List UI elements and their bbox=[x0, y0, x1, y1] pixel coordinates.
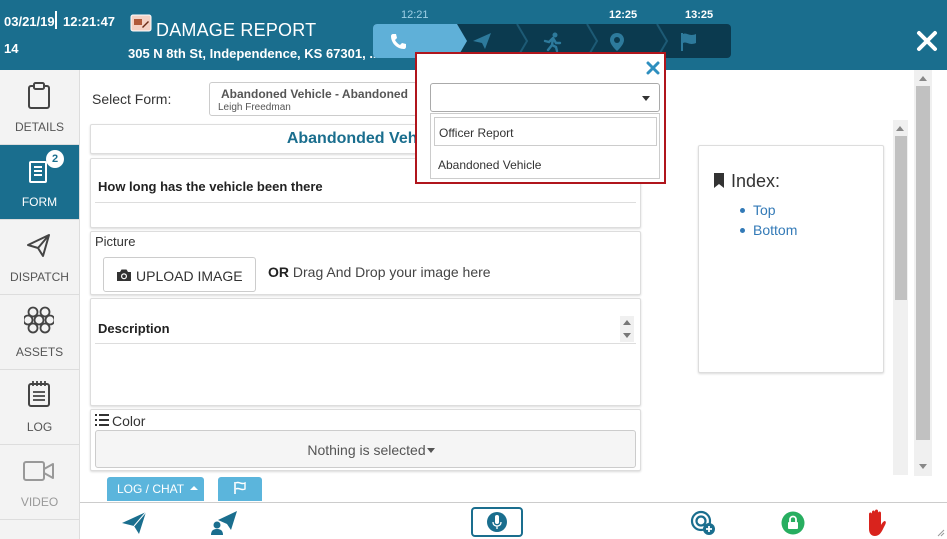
index-card bbox=[698, 145, 884, 373]
description-card bbox=[90, 298, 641, 406]
sidebar-item-label: DISPATCH bbox=[10, 270, 69, 284]
stop-hand-icon[interactable] bbox=[864, 509, 888, 537]
resize-grip-icon[interactable] bbox=[935, 527, 945, 537]
form-scrollbar-thumb[interactable] bbox=[895, 136, 907, 300]
option-label: Abandoned Vehicle bbox=[438, 158, 542, 172]
header-incident-number: 14 bbox=[4, 41, 19, 56]
sidebar-item-dispatch[interactable]: DISPATCH bbox=[0, 220, 79, 295]
step-complete-time: 13:25 bbox=[685, 9, 714, 21]
page-scrollbar-thumb[interactable] bbox=[916, 86, 930, 440]
microphone-button[interactable] bbox=[471, 507, 523, 537]
answer-underline[interactable] bbox=[95, 202, 636, 203]
close-icon[interactable] bbox=[916, 30, 938, 52]
chevron-down-icon bbox=[427, 448, 435, 453]
header-date: 03/21/19 bbox=[4, 14, 55, 29]
sidebar-item-log[interactable]: LOG bbox=[0, 370, 79, 445]
incident-address: 305 N 8th St, Independence, KS 67301, ..… bbox=[128, 46, 381, 61]
step-phone-time: 12:21 bbox=[401, 9, 429, 21]
phone-icon[interactable] bbox=[390, 32, 408, 50]
running-person-icon[interactable] bbox=[541, 32, 563, 52]
form-picker-options: Officer Report Abandoned Vehicle bbox=[430, 113, 660, 179]
paper-plane-icon[interactable] bbox=[472, 32, 492, 50]
sidebar-item-assets[interactable]: ASSETS bbox=[0, 295, 79, 370]
page-title: DAMAGE REPORT bbox=[156, 20, 317, 40]
camera-icon bbox=[117, 269, 131, 281]
flag-button[interactable] bbox=[218, 477, 262, 501]
form-selector-title: Abandoned Vehicle - Abandoned bbox=[221, 87, 408, 101]
description-label: Description bbox=[98, 321, 170, 336]
color-select-value: Nothing is selected bbox=[307, 442, 426, 458]
index-link-bottom[interactable]: Bottom bbox=[739, 222, 797, 242]
drag-drop-hint: OR Drag And Drop your image here bbox=[268, 264, 491, 280]
flag-icon[interactable] bbox=[679, 32, 699, 52]
header-divider bbox=[55, 11, 57, 29]
spinner-up-icon[interactable] bbox=[623, 320, 631, 325]
sidebar-item-form[interactable]: 2 FORM bbox=[0, 145, 79, 220]
description-underline bbox=[95, 343, 636, 344]
target-add-icon[interactable] bbox=[690, 510, 716, 536]
video-camera-icon bbox=[23, 461, 54, 481]
bookmark-icon bbox=[714, 173, 724, 188]
scroll-up-icon[interactable] bbox=[896, 126, 904, 131]
clipboard-icon bbox=[28, 82, 50, 109]
sidebar-item-label: ASSETS bbox=[15, 345, 64, 359]
picture-label: Picture bbox=[95, 234, 136, 249]
option-label: Officer Report bbox=[439, 126, 514, 140]
log-chat-label: LOG / CHAT bbox=[117, 482, 185, 496]
form-selector-author: Leigh Freedman bbox=[218, 102, 291, 113]
step-arrived-time: 12:25 bbox=[609, 9, 638, 21]
index-list: Top Bottom bbox=[739, 202, 797, 242]
hexagons-icon bbox=[24, 306, 54, 334]
sidebar-item-label: VIDEO bbox=[20, 495, 59, 509]
page-scroll-down-icon[interactable] bbox=[919, 464, 927, 469]
or-label: OR bbox=[268, 264, 289, 280]
form-picker-select[interactable] bbox=[430, 83, 660, 112]
sidebar-item-label: DETAILS bbox=[14, 120, 65, 134]
option-abandoned-vehicle[interactable]: Abandoned Vehicle bbox=[431, 149, 659, 178]
sidebar-item-video[interactable]: VIDEO bbox=[0, 445, 79, 520]
paper-plane-outline-icon bbox=[27, 234, 50, 257]
question-label: How long has the vehicle been there bbox=[98, 179, 323, 194]
flag-outline-icon bbox=[234, 481, 246, 494]
dispatch-user-icon[interactable] bbox=[210, 510, 238, 536]
list-icon bbox=[95, 414, 109, 426]
option-officer-report[interactable]: Officer Report bbox=[434, 117, 657, 146]
notebook-icon bbox=[28, 381, 50, 407]
sidebar-item-label: FORM bbox=[21, 195, 58, 209]
popup-close-icon[interactable] bbox=[646, 61, 660, 75]
form-selector[interactable]: Abandoned Vehicle - Abandoned Leigh Free… bbox=[209, 82, 417, 116]
sidebar-item-label: LOG bbox=[26, 420, 53, 434]
chevron-up-icon bbox=[190, 486, 198, 490]
spinner-down-icon[interactable] bbox=[623, 333, 631, 338]
microphone-icon bbox=[487, 512, 507, 532]
index-link-top[interactable]: Top bbox=[739, 202, 797, 222]
color-select[interactable]: Nothing is selected bbox=[95, 430, 636, 468]
upload-image-button[interactable]: UPLOAD IMAGE bbox=[103, 257, 256, 292]
chevron-down-icon bbox=[642, 96, 650, 101]
index-title: Index: bbox=[731, 171, 781, 191]
drag-drop-text: Drag And Drop your image here bbox=[292, 264, 491, 280]
header-time: 12:21:47 bbox=[63, 14, 116, 29]
send-icon[interactable] bbox=[121, 511, 147, 535]
sidebar: DETAILS 2 FORM DISPATCH ASSETS LOG VIDEO bbox=[0, 70, 80, 539]
select-form-label: Select Form: bbox=[92, 91, 172, 107]
upload-image-label: UPLOAD IMAGE bbox=[136, 268, 243, 284]
lock-icon[interactable] bbox=[781, 511, 805, 535]
color-label: Color bbox=[112, 413, 146, 429]
form-count-badge: 2 bbox=[46, 150, 64, 168]
log-chat-button[interactable]: LOG / CHAT bbox=[107, 477, 204, 501]
map-pin-icon[interactable] bbox=[609, 32, 625, 52]
damage-report-icon bbox=[130, 14, 152, 32]
page-scroll-up-icon[interactable] bbox=[919, 76, 927, 81]
sidebar-item-details[interactable]: DETAILS bbox=[0, 70, 79, 145]
